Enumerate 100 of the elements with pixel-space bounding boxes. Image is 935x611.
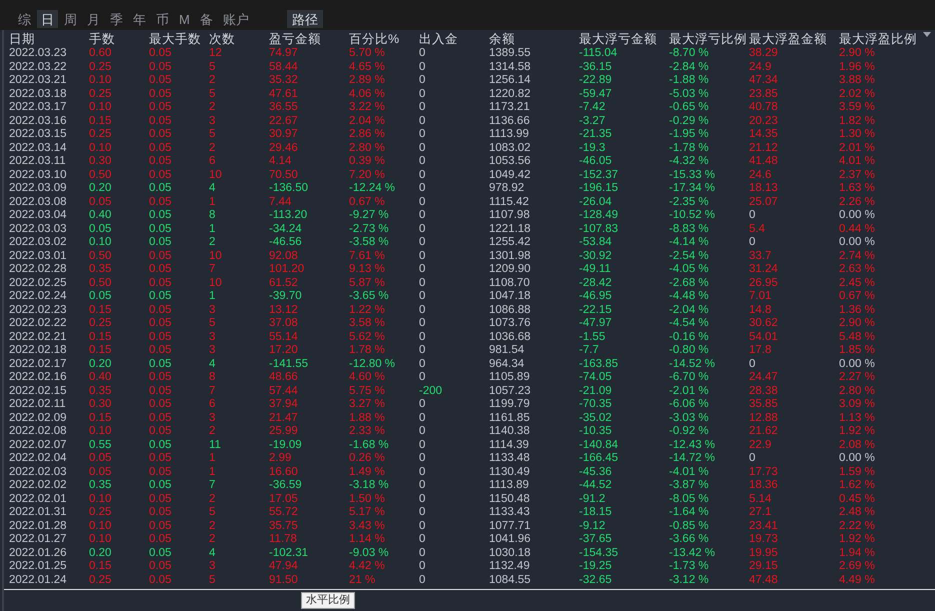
table-cell-text: -2.54 % [669, 250, 710, 263]
table-cell-text: 1 [209, 452, 216, 466]
table-cell-text: -4.01 % [669, 466, 710, 479]
table-cell-text: 0 [419, 344, 426, 358]
table-cell-text: 31.24 [749, 263, 779, 276]
period-tab[interactable]: 周 [60, 10, 81, 28]
period-tab[interactable]: 年 [129, 10, 150, 28]
table-cell-text: -36.15 [579, 60, 613, 74]
table-cell-text: 7.01 [749, 290, 772, 304]
table-cell-text: 40.78 [749, 101, 779, 114]
table-cell-text: 10 [209, 168, 223, 182]
table-cell-text: 0.05 [149, 250, 172, 263]
table-cell-text: -21.35 [579, 128, 613, 142]
table-cell-text: 0 [419, 304, 426, 317]
table-cell-text: 1132.49 [489, 560, 531, 574]
table-cell-text: 0.00 % [839, 358, 876, 371]
table-cell-text: -200 [419, 384, 444, 398]
table-cell-text: 2 [209, 101, 216, 114]
table-cell-text: 1.36 % [839, 304, 876, 317]
table-cell-text: -0.65 % [669, 101, 710, 114]
table-cell-text: 1.13 % [839, 412, 876, 425]
table-cell-text: -46.95 [579, 290, 613, 304]
table-cell-text: -12.24 % [349, 182, 396, 196]
table-cell-text: 0.15 [89, 560, 112, 574]
table-cell-text: 2 [209, 425, 216, 438]
scroll-arrow-icon[interactable] [923, 32, 931, 37]
table-cell-text: 0.45 % [839, 492, 876, 506]
table-cell-text: -2.04 % [669, 304, 710, 317]
table-cell-text: 58.44 [269, 60, 299, 74]
table-cell-text: 0.15 [89, 330, 112, 344]
table-cell-text: -19.09 [269, 438, 303, 452]
table-cell-text: 1113.99 [489, 128, 530, 142]
period-tab[interactable]: 币 [152, 10, 173, 28]
table-cell-text: 2.45 % [839, 276, 876, 290]
table-cell-text: -196.15 [579, 182, 620, 196]
table-cell-text: -14.72 % [669, 452, 716, 466]
table-cell-text: 1.96 % [839, 60, 876, 74]
table-cell-text: 0.44 % [839, 222, 876, 236]
table-cell-text: -1.68 % [349, 438, 390, 452]
table-cell-text: 0.10 [89, 492, 112, 506]
table-cell-text: -1.64 % [669, 506, 710, 520]
table-cell-text: 0.10 [89, 425, 112, 438]
table-cell-text: 0.30 [89, 398, 112, 412]
table-cell-text: -10.35 [579, 425, 613, 438]
table-cell-text: 2022.03.10 [9, 168, 68, 182]
table-cell-text: 2022.03.11 [9, 155, 67, 168]
period-tab[interactable]: M [175, 10, 194, 28]
table-cell-text: -2.84 % [669, 60, 710, 74]
period-tab[interactable]: 备 [196, 10, 217, 28]
table-cell-text: 0.25 [89, 88, 112, 101]
table-cell-text: -3.03 % [669, 412, 710, 425]
table-cell-text: 2022.03.17 [9, 101, 68, 114]
table-cell-text: 9.13 % [349, 263, 386, 276]
table-cell-text: 0.15 [89, 344, 112, 358]
table-cell-text: 0.05 [149, 60, 172, 74]
table-cell-text: -36.59 [269, 479, 303, 492]
period-tab[interactable]: 月 [83, 10, 104, 28]
table-cell-text: 2 [209, 533, 216, 546]
table-cell-text: 3.27 % [349, 398, 386, 412]
table-cell-text: 1.62 % [839, 479, 876, 492]
table-cell-text: 5 [209, 574, 216, 587]
table-cell-text: 0.10 [89, 142, 112, 155]
period-tab[interactable]: 季 [106, 10, 127, 28]
table-cell-text: 3.59 % [839, 101, 876, 114]
period-tab[interactable]: 综 [14, 10, 35, 28]
table-cell-text: 29.46 [269, 142, 299, 155]
path-button[interactable]: 路径 [286, 10, 323, 28]
table-cell-text: -47.97 [579, 317, 613, 330]
table-cell-text: -3.12 % [669, 574, 710, 587]
period-tab[interactable]: 日 [37, 10, 58, 28]
table-cell-text: 33.7 [749, 250, 772, 263]
column-header: 次数 [209, 32, 236, 46]
table-cell-text: 37.08 [269, 317, 299, 330]
table-cell-text: -1.78 % [669, 142, 710, 155]
table-cell-text: 36.55 [269, 101, 299, 114]
table-cell-text: 3 [209, 344, 216, 358]
table-cell-text: 4 [209, 358, 216, 371]
table-cell-text: 0.05 [149, 114, 172, 128]
table-cell-text: 0.05 [149, 425, 172, 438]
table-cell-text: 0.20 [89, 358, 112, 371]
table-cell-text: 2022.02.15 [9, 384, 68, 398]
table-cell-text: 11.78 [269, 533, 298, 546]
table-cell-text: -0.16 % [669, 330, 710, 344]
table-cell-text: 1.92 % [839, 533, 876, 546]
table-cell-text: 1108.70 [489, 276, 531, 290]
period-tab[interactable]: 账户 [218, 10, 253, 28]
table-cell-text: -0.85 % [669, 520, 710, 533]
column-header: 最大浮亏比例 [669, 32, 748, 46]
table-cell-text: -2.68 % [669, 276, 710, 290]
table-cell-text: 1.78 % [349, 344, 386, 358]
table-cell-text: 0.05 [149, 492, 172, 506]
table-cell-text: 30.97 [269, 128, 299, 142]
table-cell-text: 0.25 [89, 574, 112, 587]
column-header: 百分比% [349, 32, 400, 46]
table-cell-text: 2022.02.18 [9, 344, 68, 358]
table-cell-text: 47.48 [749, 574, 779, 587]
table-cell-text: 5.62 % [349, 330, 386, 344]
table-cell-text: 1.22 % [349, 304, 386, 317]
table-cell-text: -141.55 [269, 358, 310, 371]
table-cell-text: 2022.03.23 [9, 47, 68, 60]
